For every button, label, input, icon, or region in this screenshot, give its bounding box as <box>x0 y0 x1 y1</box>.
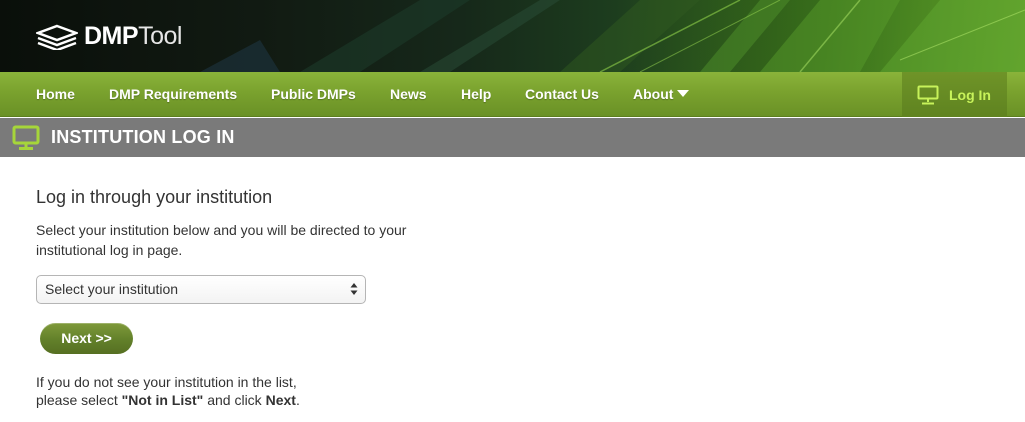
nav-item-home[interactable]: Home <box>36 72 75 117</box>
page-title: INSTITUTION LOG IN <box>51 127 235 147</box>
institution-select[interactable]: Select your institution <box>36 275 366 304</box>
help-note-not-in-list: "Not in List" <box>121 392 204 408</box>
nav-item-about[interactable]: About <box>633 72 690 117</box>
logo-text-bold: DMP <box>84 22 139 50</box>
help-note-line1: If you do not see your institution in th… <box>36 374 297 390</box>
nav-item-public-dmps[interactable]: Public DMPs <box>271 72 356 117</box>
section-description: Select your institution below and you wi… <box>36 222 407 258</box>
help-note-line2: please select "Not in List" and click Ne… <box>36 391 456 409</box>
main-nav: Home DMP Requirements Public DMPs News H… <box>0 72 1025 117</box>
login-button[interactable]: Log In <box>902 72 1007 117</box>
select-arrows-icon <box>350 283 358 295</box>
help-note-mid: and click <box>203 392 266 408</box>
dmptool-logo[interactable]: DMPTool <box>36 22 182 51</box>
monitor-icon <box>917 85 939 104</box>
logo-text: DMPTool <box>84 22 182 51</box>
logo-text-light: Tool <box>138 22 182 50</box>
monitor-icon <box>12 125 40 150</box>
nav-item-about-label: About <box>633 86 674 102</box>
help-note-next: Next <box>265 392 296 408</box>
institution-select-value: Select your institution <box>45 281 179 297</box>
login-label: Log In <box>949 86 991 103</box>
next-button[interactable]: Next >> <box>40 323 133 354</box>
help-note-end: . <box>295 392 300 408</box>
nav-item-news[interactable]: News <box>390 72 427 117</box>
layers-logo-icon <box>36 24 78 50</box>
page-title-bar: INSTITUTION LOG IN <box>0 118 1025 157</box>
section-heading: Log in through your institution <box>36 187 273 207</box>
help-note: If you do not see your institution in th… <box>36 373 456 409</box>
header-banner: DMPTool <box>0 0 1025 72</box>
nav-item-dmp-requirements[interactable]: DMP Requirements <box>109 72 237 117</box>
nav-item-help[interactable]: Help <box>461 72 491 117</box>
caret-down-icon <box>677 90 690 97</box>
nav-item-contact-us[interactable]: Contact Us <box>525 72 599 117</box>
help-note-pre: please select <box>36 392 122 408</box>
